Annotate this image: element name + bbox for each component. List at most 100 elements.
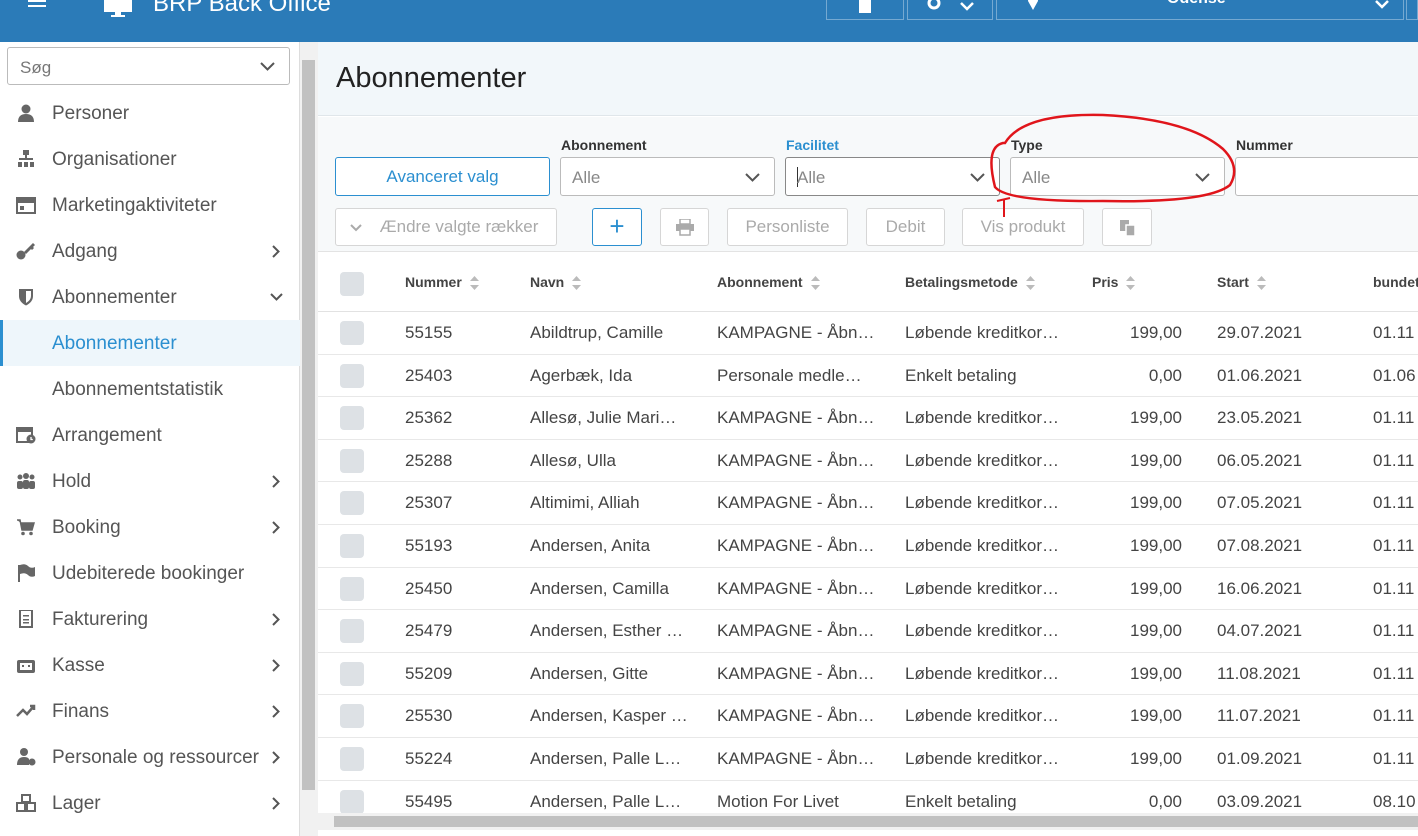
horizontal-scrollbar[interactable] bbox=[318, 813, 1418, 830]
table-row[interactable]: 25479 Andersen, Esther … KAMPAGNE - Åbn… Lø… bbox=[318, 610, 1418, 653]
page-title: Abonnementer bbox=[336, 62, 527, 94]
column-header-abonnement[interactable]: Abonnement bbox=[717, 274, 820, 291]
filter-abonnement-select[interactable]: Alle bbox=[560, 157, 775, 196]
chevron-down-icon bbox=[960, 2, 974, 11]
cell-start: 01.09.2021 bbox=[1217, 748, 1303, 768]
sidebar-item-lager[interactable]: Lager bbox=[0, 780, 300, 826]
cell-abonnement: KAMPAGNE - Åbn… bbox=[717, 706, 875, 726]
sort-icon bbox=[1025, 276, 1035, 291]
sidebar: Søg Personer Organisationer Marketingakt… bbox=[0, 42, 300, 836]
sidebar-item-abonnementstatistik[interactable]: Abonnementstatistik bbox=[0, 366, 300, 412]
row-checkbox[interactable] bbox=[340, 661, 364, 686]
sidebar-item-label: Abonnementer bbox=[52, 333, 177, 354]
sidebar-item-marketingaktiviteter[interactable]: Marketingaktiviteter bbox=[0, 182, 300, 228]
add-button[interactable]: + bbox=[592, 208, 642, 246]
notes-button[interactable] bbox=[826, 0, 904, 20]
sidebar-item-finans[interactable]: Finans bbox=[0, 688, 300, 734]
sidebar-item-fakturering[interactable]: Fakturering bbox=[0, 596, 300, 642]
cell-betalingsmetode: Løbende kreditkor… bbox=[905, 578, 1060, 598]
cell-navn: Andersen, Gitte bbox=[530, 663, 649, 683]
column-header-betalingsmetode[interactable]: Betalingsmetode bbox=[905, 274, 1035, 291]
sidebar-item-adgang[interactable]: Adgang bbox=[0, 228, 300, 274]
table-row[interactable]: 25362 Allesø, Julie Mari… KAMPAGNE - Åbn… L… bbox=[318, 397, 1418, 440]
column-header-nummer[interactable]: Nummer bbox=[405, 274, 479, 291]
column-header-navn[interactable]: Navn bbox=[530, 274, 582, 291]
sidebar-item-kasse[interactable]: Kasse bbox=[0, 642, 300, 688]
row-checkbox[interactable] bbox=[340, 406, 364, 431]
row-checkbox[interactable] bbox=[340, 704, 364, 729]
column-header-bundet[interactable]: bundet bbox=[1373, 274, 1418, 290]
row-checkbox[interactable] bbox=[340, 576, 364, 601]
location-selector[interactable]: Odense bbox=[996, 0, 1404, 20]
sidebar-item-arrangement[interactable]: Arrangement bbox=[0, 412, 300, 458]
sidebar-item-hold[interactable]: Hold bbox=[0, 458, 300, 504]
table-row[interactable]: 25288 Allesø, Ulla KAMPAGNE - Åbn… Løbende … bbox=[318, 440, 1418, 483]
sidebar-scrollbar-thumb[interactable] bbox=[302, 60, 315, 790]
table-row[interactable]: 55155 Abildtrup, Camille KAMPAGNE - Åbn… Lø… bbox=[318, 312, 1418, 355]
advanced-selection-button[interactable]: Avanceret valg bbox=[335, 157, 550, 196]
cell-betalingsmetode: Løbende kreditkor… bbox=[905, 663, 1060, 683]
horizontal-scrollbar-thumb[interactable] bbox=[334, 816, 1418, 827]
column-header-pris[interactable]: Pris bbox=[1092, 274, 1136, 291]
sidebar-item-label: Udebiterede bookinger bbox=[52, 563, 245, 584]
column-header-label: Pris bbox=[1092, 274, 1119, 290]
menu-icon[interactable] bbox=[28, 0, 46, 10]
row-checkbox[interactable] bbox=[340, 363, 364, 388]
main-content: Abonnementer Avanceret valg Abonnement A… bbox=[318, 42, 1418, 836]
sidebar-item-booking[interactable]: Booking bbox=[0, 504, 300, 550]
table-row[interactable]: 55224 Andersen, Palle L… KAMPAGNE - Åbn… Lø… bbox=[318, 738, 1418, 781]
cell-bundet: 01.06 bbox=[1373, 365, 1416, 385]
table-row[interactable]: 25403 Agerbæk, Ida Personale medle… Enkelt … bbox=[318, 355, 1418, 398]
notepad-icon bbox=[859, 0, 871, 13]
cell-betalingsmetode: Løbende kreditkor… bbox=[905, 748, 1060, 768]
row-checkbox[interactable] bbox=[340, 619, 364, 644]
column-header-label: Abonnement bbox=[717, 274, 803, 290]
filter-nummer-input[interactable] bbox=[1235, 157, 1418, 196]
user-button[interactable] bbox=[1406, 0, 1418, 20]
sidebar-item-label: Lager bbox=[52, 793, 101, 814]
table-row[interactable]: 25530 Andersen, Kasper … KAMPAGNE - Åbn… Lø… bbox=[318, 695, 1418, 738]
sidebar-item-organisationer[interactable]: Organisationer bbox=[0, 136, 300, 182]
cell-pris: 0,00 bbox=[1148, 791, 1182, 811]
chevron-right-icon bbox=[272, 705, 280, 718]
table-header: Nummer Navn Abonnement Betalingsmetode P… bbox=[318, 252, 1418, 312]
chevron-down-icon bbox=[350, 224, 362, 232]
table-row[interactable]: 55193 Andersen, Anita KAMPAGNE - Åbn… Løben… bbox=[318, 525, 1418, 568]
sidebar-item-udebiterede-bookinger[interactable]: Udebiterede bookinger bbox=[0, 550, 300, 596]
cell-bundet: 01.11 bbox=[1373, 450, 1415, 470]
cell-navn: Andersen, Camilla bbox=[530, 578, 669, 598]
row-checkbox[interactable] bbox=[340, 533, 364, 558]
select-all-checkbox[interactable] bbox=[340, 272, 364, 296]
row-checkbox[interactable] bbox=[340, 448, 364, 473]
cell-bundet: 01.11 bbox=[1373, 493, 1415, 513]
settings-dropdown-button[interactable] bbox=[907, 0, 993, 20]
debit-button[interactable]: Debit bbox=[866, 208, 945, 246]
cell-abonnement: KAMPAGNE - Åbn… bbox=[717, 408, 875, 428]
cell-betalingsmetode: Løbende kreditkor… bbox=[905, 450, 1060, 470]
key-icon bbox=[16, 243, 35, 260]
table-row[interactable]: 25450 Andersen, Camilla KAMPAGNE - Åbn… Løb… bbox=[318, 568, 1418, 611]
table-row[interactable]: 25307 Altimimi, Alliah KAMPAGNE - Åbn… Løbe… bbox=[318, 482, 1418, 525]
trend-icon bbox=[16, 704, 36, 717]
column-header-label: bundet bbox=[1373, 274, 1418, 290]
sidebar-item-abonnementer-group[interactable]: Abonnementer bbox=[0, 274, 300, 320]
sort-icon bbox=[810, 276, 820, 291]
sidebar-item-abonnementer[interactable]: Abonnementer bbox=[0, 320, 300, 366]
cart-icon bbox=[17, 519, 35, 536]
row-checkbox[interactable] bbox=[340, 321, 364, 345]
sidebar-item-personale-og-ressourcer[interactable]: Personale og ressourcer bbox=[0, 734, 300, 780]
sidebar-item-personer[interactable]: Personer bbox=[0, 90, 300, 136]
person-list-button[interactable]: Personliste bbox=[727, 208, 848, 246]
table-row[interactable]: 55209 Andersen, Gitte KAMPAGNE - Åbn… Løben… bbox=[318, 653, 1418, 696]
sidebar-search-select[interactable]: Søg bbox=[7, 47, 290, 85]
change-selected-rows-button[interactable]: Ændre valgte rækker bbox=[335, 208, 557, 246]
column-header-start[interactable]: Start bbox=[1217, 274, 1266, 291]
row-checkbox[interactable] bbox=[340, 746, 364, 771]
sidebar-scrollbar[interactable] bbox=[300, 42, 318, 836]
column-header-label: Betalingsmetode bbox=[905, 274, 1018, 290]
row-checkbox[interactable] bbox=[340, 491, 364, 516]
filter-facilitet-select[interactable]: Alle bbox=[785, 157, 1000, 196]
cell-pris: 199,00 bbox=[1130, 408, 1182, 428]
row-checkbox[interactable] bbox=[340, 789, 364, 814]
print-button[interactable] bbox=[660, 208, 709, 246]
